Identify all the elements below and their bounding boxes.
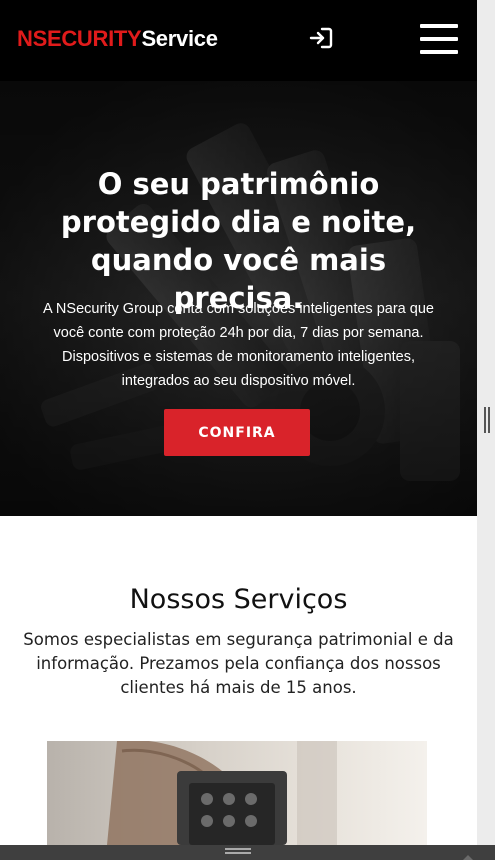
site-header: NSECURITYService: [0, 0, 477, 81]
hero-section: O seu patrimônio protegido dia e noite, …: [0, 81, 477, 516]
logo-secondary-text: Service: [141, 26, 218, 51]
hero-description: A NSecurity Group conta com soluções int…: [43, 301, 434, 389]
resize-handle-vertical[interactable]: [484, 407, 490, 433]
login-icon[interactable]: [309, 27, 333, 49]
menu-bar-bottom: [420, 50, 458, 54]
confira-button[interactable]: CONFIRA: [164, 409, 310, 456]
menu-bar-middle: [420, 37, 458, 41]
services-title: Nossos Serviços: [129, 584, 348, 615]
menu-bar-top: [420, 24, 458, 28]
hero-title: O seu patrimônio protegido dia e noite, …: [60, 167, 417, 315]
hamburger-menu-icon[interactable]: [420, 24, 458, 54]
logo-primary-text: NSECURITY: [17, 26, 142, 51]
brand-logo[interactable]: NSECURITYService: [17, 26, 218, 52]
page: NSECURITYService O seu patrimônio proteg…: [0, 0, 477, 845]
services-description: Somos especialistas em segurança patrimo…: [23, 630, 454, 697]
resize-handle-horizontal[interactable]: [225, 848, 251, 854]
corner-resize-icon[interactable]: [456, 848, 480, 860]
service-image: [47, 741, 427, 845]
